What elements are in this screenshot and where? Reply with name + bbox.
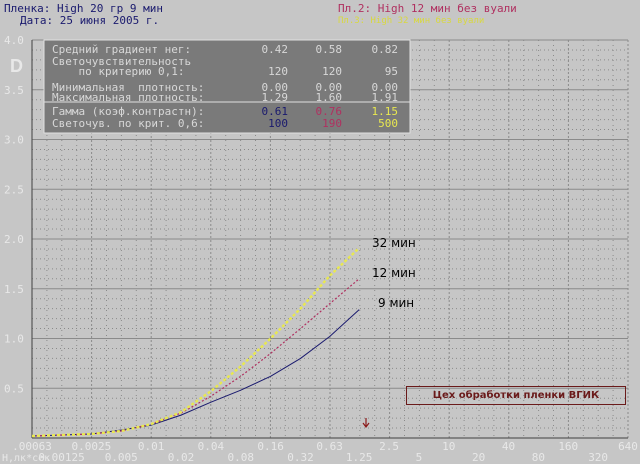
x-tick-label: 0.04 [198,440,225,453]
series-line-3 [31,247,361,438]
y-axis-letter: D [10,56,23,76]
table-cell: 120 [268,65,288,78]
table-cell: 100 [268,117,288,130]
table-cell: 190 [322,117,342,130]
x-tick-label: 40 [502,440,515,453]
x-tick-label: 5 [416,451,423,464]
series-line-1 [31,309,360,437]
x-axis-label: H,лк*сек [2,453,50,464]
table-cell: 1.29 [261,91,289,104]
x-tick-label: 10 [442,440,455,453]
table-cell: 0.58 [315,43,343,56]
table-row-label: по критерию 0,1: [52,65,185,78]
y-tick-label: 2.0 [4,233,24,246]
y-tick-label: 3.0 [4,134,24,147]
x-tick-label: 0.32 [287,451,314,464]
x-tick-label: 20 [472,451,485,464]
x-tick-label: 0.02 [168,451,195,464]
x-tick-label: 0.08 [227,451,254,464]
marker-arrow-icon [362,418,370,428]
y-tick-label: 1.5 [4,283,24,296]
y-tick-label: 1.0 [4,333,24,346]
y-tick-label: 3.5 [4,84,24,97]
table-cell: 120 [322,65,342,78]
x-tick-label: 1.25 [346,451,373,464]
table-row-label: Светочув. по крит. 0,6: [52,117,205,130]
x-tick-label: 160 [558,440,578,453]
x-tick-label: 320 [588,451,608,464]
series-line-2 [31,278,360,437]
table-cell: 1.60 [315,91,343,104]
x-tick-label: 0.005 [105,451,138,464]
label-9: 9 мин [378,296,415,310]
table-cell: 500 [378,117,398,130]
table-cell: 0.82 [371,43,399,56]
table-row-label: Максимальная плотность: [52,91,205,104]
table-cell: 0.42 [261,43,289,56]
y-tick-label: 2.5 [4,183,24,196]
x-tick-label: 80 [532,451,545,464]
y-tick-label: 4.0 [4,34,24,47]
y-tick-label: 0.5 [4,382,24,395]
label-32: 32 мин [372,236,416,250]
label-12: 12 мин [372,266,416,280]
x-tick-label: 0.16 [257,440,284,453]
x-tick-label: 640 [618,440,638,453]
workshop-stamp: Цех обработки пленки ВГИК [406,386,626,405]
series [31,247,361,438]
x-tick-label: 0.63 [316,440,343,453]
table-cell: 1.91 [371,91,399,104]
x-tick-label: 0.01 [138,440,165,453]
table-cell: 95 [384,65,398,78]
x-tick-label: 2.5 [379,440,399,453]
